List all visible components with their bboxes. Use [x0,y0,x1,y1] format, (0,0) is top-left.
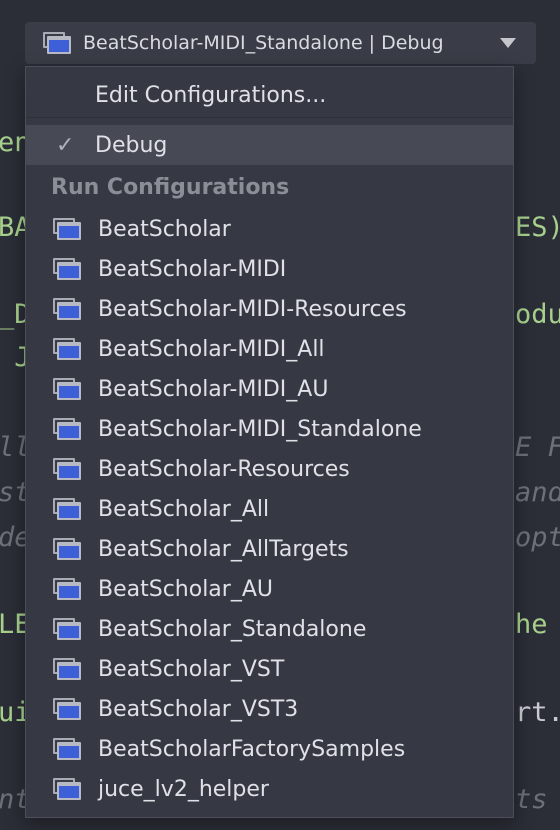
run-configuration-item[interactable]: BeatScholar_VST3 [26,689,513,729]
window-icon [53,338,81,360]
code-fragment: he [515,609,548,640]
run-configurations-header: Run Configurations [51,175,290,200]
run-configuration-label: BeatScholar-MIDI_AU [98,376,329,402]
debug-build-item[interactable]: ✓ Debug [26,125,513,165]
edit-configurations-label: Edit Configurations... [95,82,327,108]
window-icon [53,298,81,320]
run-configuration-label: juce_lv2_helper [98,776,269,802]
run-configuration-item[interactable]: BeatScholar_All [26,489,513,529]
code-fragment: and [515,477,560,508]
code-fragment: ts [515,784,548,815]
run-configuration-item[interactable]: BeatScholar_VST [26,649,513,689]
window-icon [53,618,81,640]
debug-label: Debug [95,132,168,158]
run-configuration-item[interactable]: BeatScholar [26,209,513,249]
run-configurations-list: BeatScholar BeatScholar-MIDI BeatScholar-M… [26,209,513,809]
run-configuration-item[interactable]: BeatScholar-MIDI [26,249,513,289]
window-icon [53,418,81,440]
window-icon [43,32,71,54]
selector-title: BeatScholar-MIDI_Standalone | Debug [83,32,444,54]
run-configuration-label: BeatScholar_All [98,496,270,522]
configuration-dropdown-menu: Edit Configurations... ✓ Debug Run Confi… [25,66,514,818]
run-configuration-label: BeatScholar_VST3 [98,696,299,722]
run-configuration-item[interactable]: BeatScholar_AllTargets [26,529,513,569]
run-configuration-label: BeatScholar-MIDI_All [98,336,325,362]
run-configuration-item[interactable]: BeatScholar-MIDI_Standalone [26,409,513,449]
run-configuration-item[interactable]: BeatScholar_Standalone [26,609,513,649]
window-icon [53,258,81,280]
run-configuration-label: BeatScholarFactorySamples [98,736,406,762]
code-fragment: ES) [515,212,560,243]
code-fragment: E F [515,432,560,463]
code-fragment: rt. [515,697,560,728]
window-icon [53,738,81,760]
edit-configurations-item[interactable]: Edit Configurations... [26,75,513,115]
run-configuration-label: BeatScholar_AllTargets [98,536,349,562]
run-configuration-item[interactable]: BeatScholar-MIDI-Resources [26,289,513,329]
run-configuration-label: BeatScholar [98,216,231,242]
check-icon: ✓ [56,132,75,158]
run-configuration-item[interactable]: BeatScholarFactorySamples [26,729,513,769]
window-icon [53,498,81,520]
run-configuration-label: BeatScholar-Resources [98,456,350,482]
run-configuration-item[interactable]: BeatScholar-MIDI_AU [26,369,513,409]
window-icon [53,698,81,720]
run-configuration-label: BeatScholar-MIDI-Resources [98,296,407,322]
run-configuration-selector[interactable]: BeatScholar-MIDI_Standalone | Debug [25,22,536,64]
run-configuration-item[interactable]: BeatScholar_AU [26,569,513,609]
run-configuration-item[interactable]: BeatScholar-Resources [26,449,513,489]
window-icon [53,458,81,480]
chevron-down-icon[interactable] [500,38,516,48]
window-icon [53,218,81,240]
menu-separator [26,117,513,118]
code-fragment: opt [515,522,560,553]
window-icon [53,578,81,600]
code-fragment: odu [515,299,560,330]
run-configuration-label: BeatScholar_AU [98,576,273,602]
run-configuration-label: BeatScholar-MIDI [98,256,287,282]
window-icon [53,378,81,400]
run-configuration-label: BeatScholar-MIDI_Standalone [98,416,422,442]
window-icon [53,538,81,560]
run-configuration-item[interactable]: BeatScholar-MIDI_All [26,329,513,369]
window-icon [53,778,81,800]
run-configuration-item[interactable]: juce_lv2_helper [26,769,513,809]
run-configuration-label: BeatScholar_VST [98,656,285,682]
run-configuration-label: BeatScholar_Standalone [98,616,367,642]
window-icon [53,658,81,680]
